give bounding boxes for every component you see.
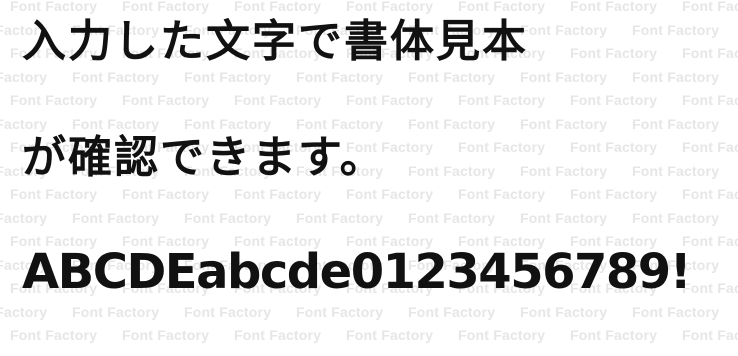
- watermark-text: Font Factory: [570, 327, 658, 343]
- watermark-text: Font Factory: [520, 21, 608, 38]
- watermark-text: Font Factory: [632, 21, 720, 38]
- watermark-text: Font Factory: [682, 139, 738, 155]
- watermark-row: Font Factory Font Factory Font Factory Font…: [10, 325, 738, 345]
- watermark-text: Font Factory: [10, 0, 98, 14]
- watermark-text: Font Factory: [184, 303, 272, 320]
- watermark-text: Font Factory: [408, 68, 496, 85]
- watermark-text: Font Factory: [122, 92, 210, 108]
- watermark-text: Font Factory: [570, 45, 658, 61]
- watermark-text: Font Factory: [346, 92, 434, 108]
- watermark-text: Font Factory: [520, 303, 608, 320]
- watermark-row: Font Factory Font Factory Font Factory Font…: [0, 302, 738, 322]
- watermark-text: Font Factory: [184, 68, 272, 85]
- watermark-text: Font Factory: [296, 68, 384, 85]
- specimen-text-line-3: ABCDEabcde0123456789!: [22, 244, 692, 300]
- watermark-text: Font Factory: [520, 162, 608, 179]
- watermark-text: Font Factory: [408, 209, 496, 226]
- watermark-text: Font Factory: [458, 0, 546, 14]
- watermark-text: Font Factory: [408, 303, 496, 320]
- watermark-text: Font Factory: [682, 280, 738, 296]
- watermark-text: Font Factory: [458, 139, 546, 155]
- watermark-text: Font Factory: [458, 186, 546, 202]
- watermark-row: Font Factory Font Factory Font Factory Font…: [10, 184, 738, 204]
- watermark-text: Font Factory: [408, 115, 496, 132]
- watermark-text: Font Factory: [570, 186, 658, 202]
- watermark-row: Font Factory Font Factory Font Factory Font…: [0, 114, 738, 134]
- watermark-text: Font Factory: [234, 92, 322, 108]
- watermark-text: Font Factory: [632, 68, 720, 85]
- watermark-text: Font Factory: [570, 0, 658, 14]
- watermark-row: Font Factory Font Factory Font Factory Font…: [0, 208, 738, 228]
- watermark-text: Font Factory: [632, 209, 720, 226]
- watermark-text: Font Factory: [296, 209, 384, 226]
- watermark-text: Font Factory: [458, 92, 546, 108]
- watermark-text: Font Factory: [520, 68, 608, 85]
- watermark-text: Font Factory: [682, 45, 738, 61]
- watermark-text: Font Factory: [346, 0, 434, 14]
- watermark-text: Font Factory: [0, 209, 48, 226]
- watermark-text: Font Factory: [570, 92, 658, 108]
- specimen-text-line-2: が確認できます。: [22, 132, 386, 183]
- watermark-text: Font Factory: [682, 0, 738, 14]
- watermark-text: Font Factory: [520, 209, 608, 226]
- watermark-text: Font Factory: [184, 115, 272, 132]
- watermark-text: Font Factory: [10, 186, 98, 202]
- watermark-row: Font Factory Font Factory Font Factory Font…: [10, 90, 738, 110]
- specimen-text-line-1: 入力した文字で書体見本: [22, 16, 528, 67]
- watermark-text: Font Factory: [682, 186, 738, 202]
- watermark-row: Font Factory Font Factory Font Factory Font…: [10, 0, 738, 16]
- watermark-text: Font Factory: [72, 209, 160, 226]
- watermark-text: Font Factory: [520, 115, 608, 132]
- watermark-text: Font Factory: [122, 0, 210, 14]
- watermark-text: Font Factory: [682, 92, 738, 108]
- watermark-text: Font Factory: [234, 327, 322, 343]
- watermark-text: Font Factory: [72, 115, 160, 132]
- watermark-text: Font Factory: [346, 327, 434, 343]
- watermark-text: Font Factory: [72, 68, 160, 85]
- watermark-text: Font Factory: [0, 303, 48, 320]
- watermark-text: Font Factory: [570, 139, 658, 155]
- watermark-text: Font Factory: [296, 115, 384, 132]
- watermark-text: Font Factory: [184, 209, 272, 226]
- watermark-text: Font Factory: [408, 162, 496, 179]
- watermark-text: Font Factory: [458, 327, 546, 343]
- watermark-text: Font Factory: [234, 0, 322, 14]
- watermark-text: Font Factory: [234, 186, 322, 202]
- watermark-text: Font Factory: [632, 303, 720, 320]
- watermark-text: Font Factory: [632, 162, 720, 179]
- watermark-text: Font Factory: [10, 327, 98, 343]
- watermark-text: Font Factory: [0, 115, 48, 132]
- watermark-text: Font Factory: [122, 327, 210, 343]
- watermark-text: Font Factory: [682, 327, 738, 343]
- watermark-text: Font Factory: [0, 68, 48, 85]
- watermark-text: Font Factory: [632, 115, 720, 132]
- watermark-text: Font Factory: [10, 92, 98, 108]
- watermark-text: Font Factory: [346, 186, 434, 202]
- watermark-text: Font Factory: [122, 186, 210, 202]
- watermark-text: Font Factory: [682, 233, 738, 249]
- watermark-text: Font Factory: [72, 303, 160, 320]
- watermark-text: Font Factory: [296, 303, 384, 320]
- watermark-row: Font Factory Font Factory Font Factory Font…: [0, 67, 738, 87]
